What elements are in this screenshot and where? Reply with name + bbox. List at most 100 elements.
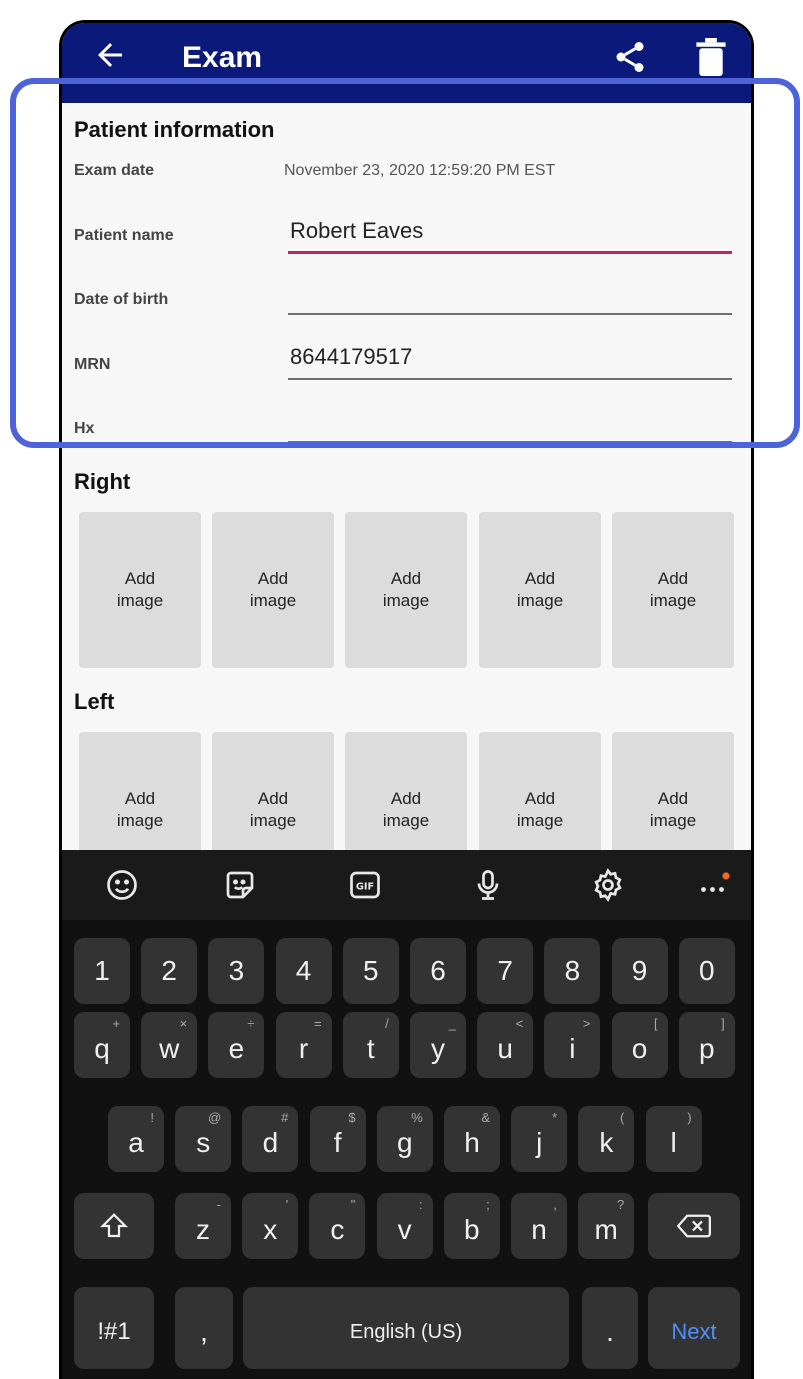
backspace-key[interactable] (648, 1193, 740, 1259)
key-9[interactable]: 9 (611, 938, 668, 1004)
key-c[interactable]: " c (309, 1193, 366, 1259)
next-key[interactable]: Next (648, 1287, 740, 1369)
key-secondary-label: ) (687, 1110, 692, 1125)
key-label: j (536, 1127, 543, 1158)
key-i[interactable]: > i (544, 1012, 601, 1078)
app-bar: Exam (62, 23, 751, 103)
key-e[interactable]: ÷ e (208, 1012, 265, 1078)
key-r[interactable]: = r (275, 1012, 332, 1078)
key-label: w (159, 1033, 180, 1064)
key-label: k (599, 1127, 614, 1158)
key-k[interactable]: (k (578, 1106, 635, 1172)
key-label: 7 (497, 955, 513, 986)
key-secondary-label: ' (285, 1197, 289, 1212)
emoji-icon[interactable] (104, 867, 140, 903)
key-p[interactable]: ] p (678, 1012, 735, 1078)
key-label: s (196, 1127, 211, 1158)
key-secondary-label: ; (486, 1197, 490, 1212)
settings-gear-icon[interactable] (590, 867, 626, 903)
key-label: 5 (363, 955, 379, 986)
key-d[interactable]: # d (242, 1106, 299, 1172)
space-key[interactable]: English (US) (243, 1287, 569, 1369)
page-title: Exam (182, 41, 263, 74)
key-4[interactable]: 4 (275, 938, 332, 1004)
sticker-icon[interactable] (222, 867, 258, 903)
key-h[interactable]: & h (444, 1106, 500, 1172)
right-eye-heading: Right (74, 469, 131, 494)
key-label: o (631, 1033, 648, 1064)
key-z[interactable]: -z (175, 1193, 231, 1259)
key-7[interactable]: 7 (477, 938, 534, 1004)
key-secondary-label: # (281, 1110, 289, 1125)
mrn-input[interactable]: 8644179517 (288, 336, 732, 380)
key-1[interactable]: 1 (74, 938, 130, 1004)
dob-input[interactable] (288, 271, 732, 315)
key-label: 6 (430, 955, 446, 986)
key-l[interactable]: ) l (645, 1106, 702, 1172)
share-icon[interactable] (612, 39, 648, 75)
exam-date-value: November 23, 2020 12:59:20 PM EST (284, 162, 556, 179)
key-v[interactable]: :v (376, 1193, 433, 1259)
key-label: y (431, 1033, 445, 1064)
key-label: d (262, 1127, 279, 1158)
key-5[interactable]: 5 (342, 938, 399, 1004)
key-j[interactable]: * j (511, 1106, 568, 1172)
key-f[interactable]: $ f (309, 1106, 366, 1172)
key-secondary-label: @ (207, 1110, 222, 1125)
key-6[interactable]: 6 (410, 938, 466, 1004)
period-key[interactable]: . (582, 1287, 638, 1369)
right-add-image-tile[interactable]: Add image (212, 512, 334, 668)
key-label: 1 (94, 955, 110, 986)
key-secondary-label: / (385, 1016, 389, 1031)
microphone-icon[interactable] (470, 867, 506, 903)
more-options-icon[interactable] (696, 867, 732, 903)
key-g[interactable]: % g (376, 1106, 433, 1172)
key-q[interactable]: + q (74, 1012, 130, 1078)
key-8[interactable]: 8 (544, 938, 601, 1004)
key-s[interactable]: @ s (175, 1106, 232, 1172)
key-label: v (397, 1214, 412, 1245)
key-label: Next (671, 1319, 717, 1344)
key-n[interactable]: ,n (511, 1193, 567, 1259)
right-add-image-tile[interactable]: Add image (79, 512, 201, 668)
key-label: 9 (631, 955, 648, 986)
patient-name-input[interactable]: Robert Eaves (288, 210, 732, 254)
symbols-key[interactable]: !#1 (74, 1287, 154, 1369)
key-secondary-label: + (112, 1016, 120, 1031)
key-label: 3 (228, 955, 245, 986)
key-y[interactable]: _ y (410, 1012, 466, 1078)
key-secondary-label: & (481, 1110, 490, 1125)
hx-input[interactable] (288, 399, 732, 443)
notification-dot-icon (722, 872, 730, 880)
key-t[interactable]: / t (342, 1012, 399, 1078)
soft-keyboard: GIF 1 2 3 4 5 6 7 8 9 0 + q × w ÷ e = r / t _ y < u > i[o] p! a @ s # d… (62, 850, 751, 1379)
right-add-image-tile[interactable]: Add image (479, 512, 601, 668)
phone-frame: Exam Patient information Exam date Novem… (59, 20, 754, 1379)
key-secondary-label: : (418, 1197, 423, 1212)
key-u[interactable]: < u (477, 1012, 534, 1078)
key-m[interactable]: ? m (578, 1193, 635, 1259)
key-label: b (464, 1214, 480, 1245)
key-3[interactable]: 3 (208, 938, 265, 1004)
key-a[interactable]: ! a (108, 1106, 164, 1172)
key-secondary-label: " (350, 1197, 356, 1212)
key-b[interactable]: ; b (443, 1193, 500, 1259)
arrow-left-icon[interactable] (92, 37, 128, 73)
key-label: !#1 (97, 1318, 131, 1345)
comma-key[interactable]: , (175, 1287, 233, 1369)
key-o[interactable]: [o (611, 1012, 668, 1078)
key-label: q (94, 1033, 110, 1064)
gif-icon[interactable]: GIF (347, 867, 383, 903)
shift-key[interactable] (74, 1193, 154, 1259)
key-label: e (228, 1033, 245, 1064)
right-add-image-tile[interactable]: Add image (612, 512, 734, 668)
key-w[interactable]: × w (141, 1012, 198, 1078)
key-label: 2 (161, 955, 177, 986)
key-x[interactable]: ' x (242, 1193, 299, 1259)
trash-icon[interactable] (696, 38, 726, 76)
right-add-image-tile[interactable]: Add image (345, 512, 467, 668)
exam-content: Patient information Exam date November 2… (62, 103, 751, 888)
key-0[interactable]: 0 (678, 938, 735, 1004)
key-2[interactable]: 2 (141, 938, 198, 1004)
key-secondary-label: < (515, 1016, 524, 1031)
